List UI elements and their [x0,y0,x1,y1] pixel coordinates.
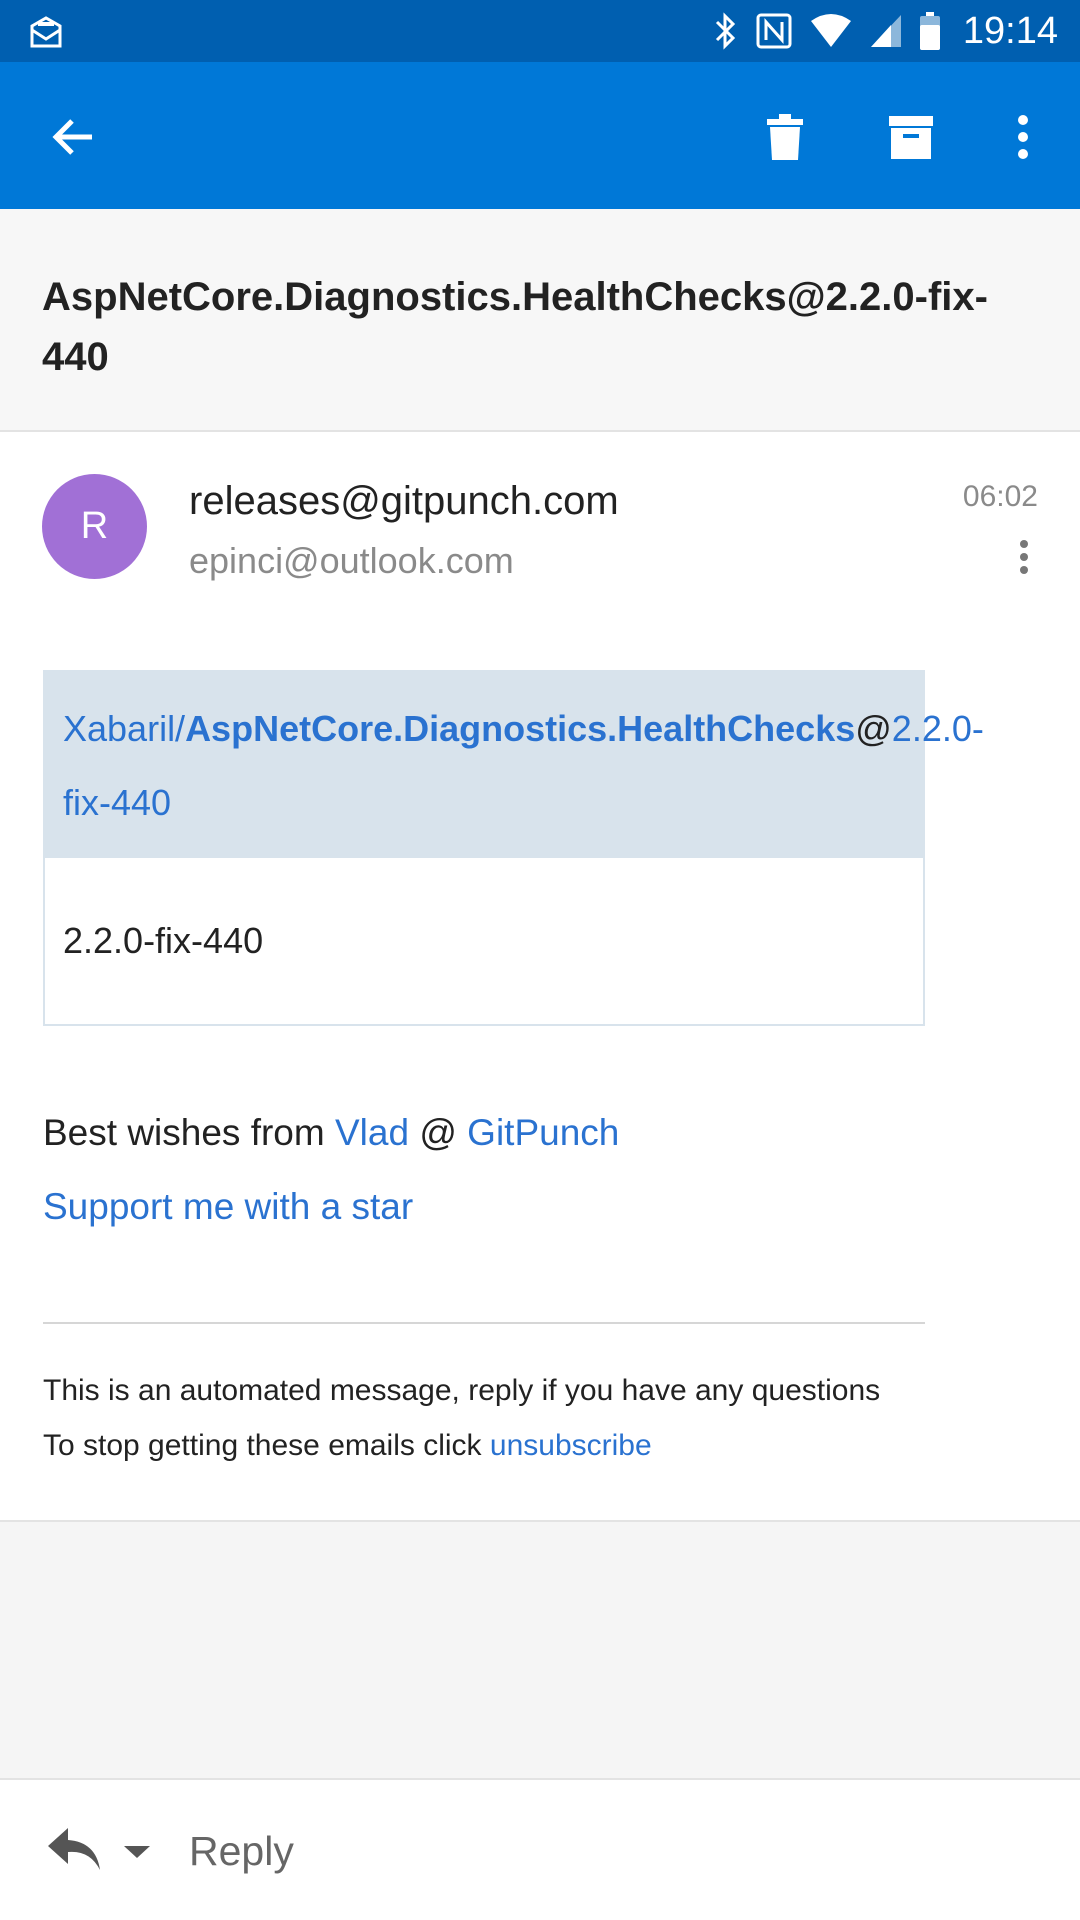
release-at-sign: @ [855,708,892,749]
bluetooth-icon [713,12,739,50]
reply-bar[interactable]: Reply [0,1778,1080,1920]
message-time: 06:02 [962,480,1038,513]
release-body: 2.2.0-fix-440 [43,858,925,1026]
signal-icon [869,13,903,49]
message-more-icon[interactable] [1004,532,1044,582]
sender-email[interactable]: releases@gitpunch.com [189,479,619,524]
delete-icon[interactable] [750,102,820,172]
chevron-down-icon[interactable] [122,1842,152,1862]
wifi-icon [809,13,853,49]
unsubscribe-prefix: To stop getting these emails click [43,1429,490,1462]
greeting-prefix: Best wishes from [43,1112,335,1153]
nfc-icon [755,12,793,50]
back-arrow-icon[interactable] [38,102,108,172]
reply-button-label[interactable]: Reply [189,1828,294,1875]
divider [43,1322,925,1324]
gitpunch-link[interactable]: GitPunch [467,1112,619,1153]
release-version-link-cont[interactable]: fix-440 [63,782,171,823]
author-link[interactable]: Vlad [335,1112,409,1153]
release-version-link[interactable]: 2.2.0- [892,708,984,749]
recipient-email: epinci@outlook.com [189,540,514,581]
release-repo-link[interactable]: AspNetCore.Diagnostics.HealthChecks [185,708,855,749]
email-subject: AspNetCore.Diagnostics.HealthChecks@2.2.… [42,275,988,379]
status-bar: 19:14 [0,0,1080,62]
support-star-link[interactable]: Support me with a star [43,1186,413,1228]
release-header: Xabaril/AspNetCore.Diagnostics.HealthChe… [43,670,984,858]
more-vert-icon[interactable] [988,102,1058,172]
app-bar [0,62,1080,209]
greeting-line: Best wishes from Vlad @ GitPunch [43,1112,619,1154]
message-card: R releases@gitpunch.com epinci@outlook.c… [0,432,1080,1522]
automated-notice: This is an automated message, reply if y… [43,1374,881,1407]
battery-icon [919,11,941,51]
avatar[interactable]: R [42,474,147,579]
subject-section: AspNetCore.Diagnostics.HealthChecks@2.2.… [0,209,1080,432]
release-box: Xabaril/AspNetCore.Diagnostics.HealthChe… [43,670,984,1026]
greeting-sep: @ [409,1112,468,1153]
status-time: 19:14 [962,9,1058,52]
unsubscribe-line: To stop getting these emails click unsub… [43,1429,652,1463]
unsubscribe-link[interactable]: unsubscribe [490,1429,652,1462]
reply-icon[interactable] [46,1824,102,1876]
release-notes: 2.2.0-fix-440 [63,920,264,961]
release-owner-link[interactable]: Xabaril/ [63,708,185,749]
archive-icon[interactable] [876,102,946,172]
mail-notification-icon [26,12,66,52]
